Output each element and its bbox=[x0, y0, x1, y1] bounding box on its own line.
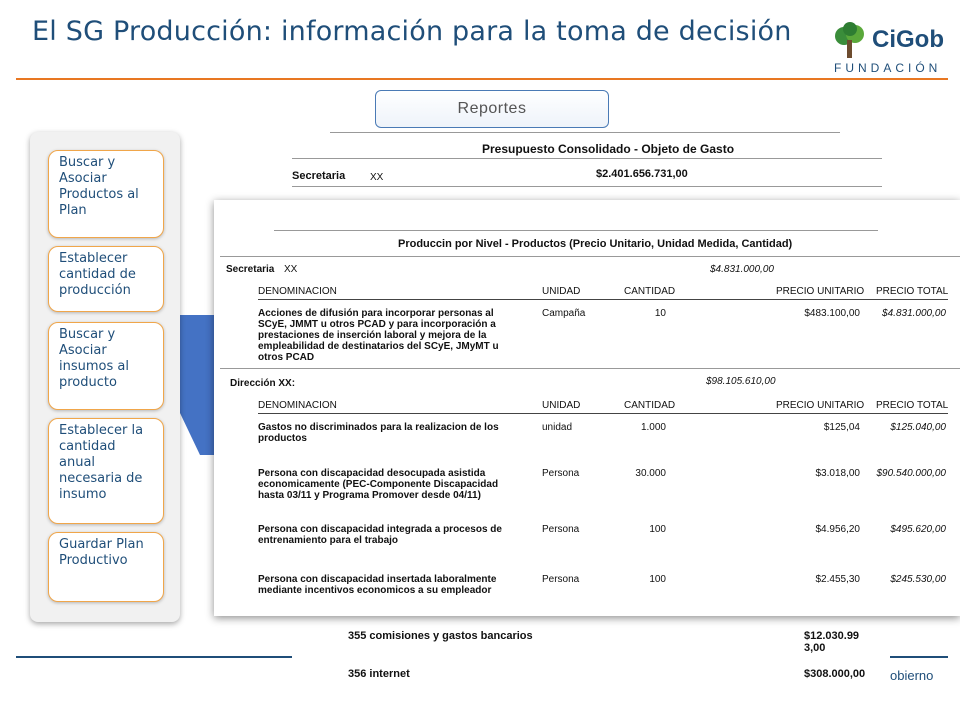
back-report-title: Presupuesto Consolidado - Objeto de Gast… bbox=[482, 142, 735, 156]
logo-name: CiGob bbox=[872, 26, 944, 53]
product-price: $4.956,20 bbox=[815, 524, 861, 535]
front-secretaria-name: XX bbox=[284, 264, 298, 275]
col-header-unidad: UNIDAD bbox=[542, 286, 581, 297]
col-header-denominacion: DENOMINACION bbox=[258, 286, 337, 297]
front-secretaria-amount: $4.831.000,00 bbox=[710, 264, 774, 275]
step-associate-inputs[interactable]: Buscar y Asociar insumos al producto bbox=[48, 322, 164, 410]
col-header-denominacion: DENOMINACION bbox=[258, 400, 337, 411]
step-set-production-quantity[interactable]: Establecer cantidad de producción bbox=[48, 246, 164, 312]
title-divider bbox=[16, 78, 948, 80]
direccion-amount: $98.105.610,00 bbox=[706, 376, 776, 387]
product-price: $125,04 bbox=[823, 422, 860, 433]
front-report-title: Produccin por Nivel - Productos (Precio … bbox=[398, 238, 793, 250]
step-save-plan[interactable]: Guardar Plan Productivo bbox=[48, 532, 164, 602]
product-total: $245.530,00 bbox=[890, 574, 946, 585]
front-secretaria-label: Secretaria bbox=[226, 264, 275, 275]
footer-divider-left bbox=[16, 656, 292, 658]
cigob-logo: CiGob FUNDACIÓN bbox=[830, 20, 950, 78]
product-qty: 10 bbox=[654, 308, 666, 319]
back-row-label: 356 internet bbox=[348, 668, 410, 680]
product-total: $125.040,00 bbox=[890, 422, 946, 433]
product-total: $4.831.000,00 bbox=[882, 308, 946, 319]
product-name: Persona con discapacidad integrada a pro… bbox=[258, 524, 502, 546]
step-set-annual-input-quantity[interactable]: Establecer la cantidad anual necesaria d… bbox=[48, 418, 164, 524]
product-price: $3.018,00 bbox=[815, 468, 861, 479]
slide-title: El SG Producción: información para la to… bbox=[32, 16, 792, 47]
footer-divider-right bbox=[890, 656, 948, 658]
product-total: $495.620,00 bbox=[890, 524, 946, 535]
product-qty: 30.000 bbox=[635, 468, 666, 479]
back-secretaria-label: Secretaria bbox=[292, 170, 346, 182]
product-price: $483.100,00 bbox=[804, 308, 860, 319]
back-secretaria-name: XX bbox=[370, 172, 384, 183]
product-qty: 100 bbox=[649, 524, 666, 535]
product-unit: unidad bbox=[542, 422, 573, 433]
col-header-cantidad: CANTIDAD bbox=[624, 400, 676, 411]
step-associate-products[interactable]: Buscar y Asociar Productos al Plan bbox=[48, 150, 164, 238]
col-header-precio-unitario: PRECIO UNITARIO bbox=[776, 400, 865, 411]
back-row-amount: $308.000,00 bbox=[804, 668, 866, 680]
product-qty: 100 bbox=[649, 574, 666, 585]
product-unit: Campaña bbox=[542, 308, 586, 319]
reportes-tab[interactable]: Reportes bbox=[375, 90, 609, 128]
product-unit: Persona bbox=[542, 524, 580, 535]
back-row-amount: $12.030.993,00 bbox=[804, 630, 860, 654]
direccion-label: Dirección XX: bbox=[230, 378, 296, 389]
product-name: Persona con discapacidad desocupada asis… bbox=[258, 468, 499, 501]
product-total: $90.540.000,00 bbox=[876, 468, 946, 479]
process-steps-panel: Buscar y Asociar Productos al Plan Estab… bbox=[30, 132, 180, 622]
product-qty: 1.000 bbox=[640, 422, 666, 433]
col-header-precio-total: PRECIO TOTAL bbox=[876, 400, 949, 411]
col-header-precio-total: PRECIO TOTAL bbox=[876, 286, 949, 297]
back-row-label: 355 comisiones y gastos bancarios bbox=[348, 630, 533, 642]
footer-text: obierno bbox=[890, 668, 934, 683]
col-header-precio-unitario: PRECIO UNITARIO bbox=[776, 286, 865, 297]
back-secretaria-amount: $2.401.656.731,00 bbox=[596, 168, 688, 180]
front-report: Produccin por Nivel - Productos (Precio … bbox=[214, 200, 960, 616]
product-unit: Persona bbox=[542, 468, 580, 479]
product-name: Acciones de difusión para incorporar per… bbox=[258, 308, 499, 363]
logo-subtitle: FUNDACIÓN bbox=[834, 61, 942, 75]
col-header-cantidad: CANTIDAD bbox=[624, 286, 676, 297]
col-header-unidad: UNIDAD bbox=[542, 400, 581, 411]
product-name: Persona con discapacidad insertada labor… bbox=[258, 574, 497, 596]
product-unit: Persona bbox=[542, 574, 580, 585]
product-price: $2.455,30 bbox=[815, 574, 861, 585]
product-name: Gastos no discriminados para la realizac… bbox=[258, 422, 499, 444]
tree-icon bbox=[835, 22, 864, 58]
